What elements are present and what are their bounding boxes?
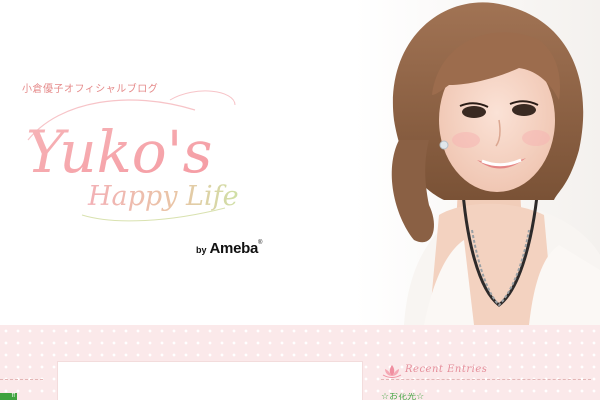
logo-swash bbox=[169, 90, 236, 106]
ameba-brand: Ameba bbox=[209, 240, 259, 257]
logo-main-text: Yuko's bbox=[26, 118, 212, 186]
recent-entries-divider bbox=[381, 379, 591, 380]
blog-logo[interactable]: Yuko's Happy Life bbox=[20, 80, 260, 240]
logo-sub-text: Happy Life bbox=[87, 181, 239, 212]
left-sidebar-badge[interactable]: ff bbox=[0, 393, 17, 400]
recent-entry-link[interactable]: ☆お花光☆ bbox=[381, 393, 441, 400]
left-sidebar-divider bbox=[0, 379, 43, 380]
ameba-byline[interactable]: by Ameba® bbox=[196, 240, 262, 258]
recent-entries-title: Recent Entries bbox=[405, 364, 488, 375]
blog-header: 小倉優子オフィシャルブログ Yuko's Happy Life by Ameba® bbox=[0, 0, 600, 325]
by-label: by bbox=[196, 245, 207, 255]
lotus-flower-icon bbox=[382, 365, 402, 378]
brand-mark: ® bbox=[258, 240, 263, 246]
header-portrait-photo bbox=[354, 0, 600, 325]
main-content-panel bbox=[57, 361, 363, 400]
